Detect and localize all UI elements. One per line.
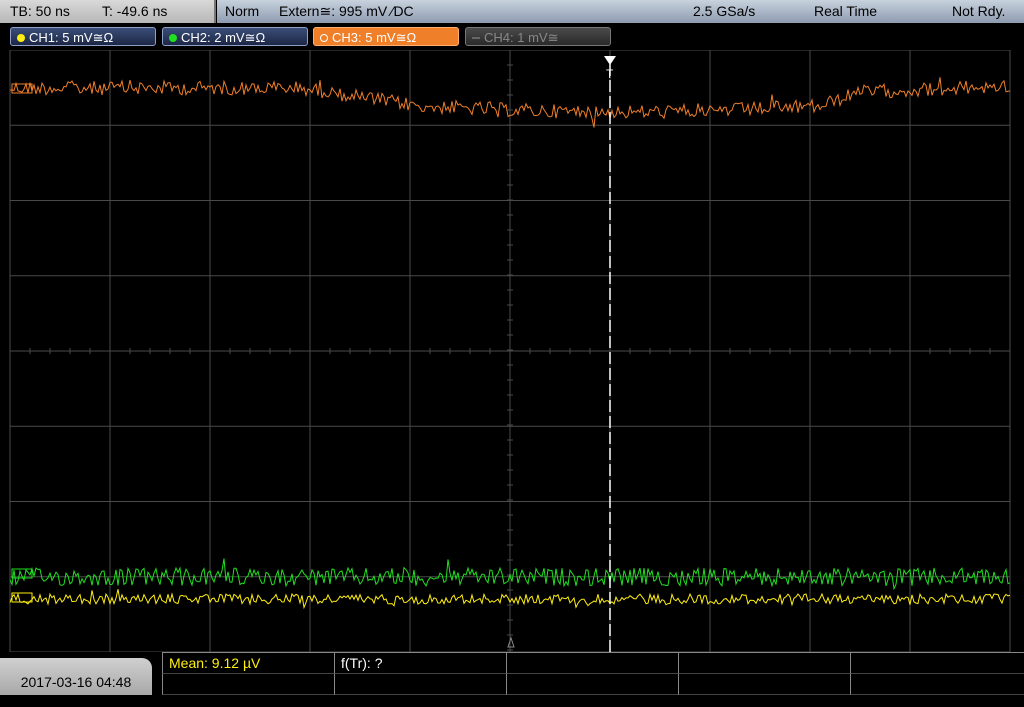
acquisition-state-label: Not Rdy. (952, 3, 1006, 19)
horizontal-settings[interactable]: TB: 50 ns T: -49.6 ns (0, 0, 216, 23)
measurement-slot-5[interactable] (850, 653, 1024, 674)
trigger-settings[interactable]: Norm Extern≅: 995 mV ∕DC 2.5 GSa/s Real … (217, 0, 1024, 23)
trigger-t-icon: T (606, 67, 614, 81)
measurement-slot-3[interactable] (506, 653, 678, 674)
trigger-source-label[interactable]: Extern≅: 995 mV ∕DC (279, 0, 414, 23)
status-bar: TB: 50 ns T: -49.6 ns Norm Extern≅: 995 … (0, 0, 1024, 24)
channel-2-label: CH2: 2 mV≅Ω (181, 30, 266, 45)
trigger-time-label[interactable]: T: -49.6 ns (102, 0, 167, 23)
channel-4-tab[interactable]: CH4: 1 mV≅ (465, 27, 611, 46)
waveform-display[interactable]: T (0, 50, 1024, 652)
channel-3-indicator-icon (320, 34, 328, 42)
measurement-slot-8[interactable] (506, 674, 678, 695)
acquisition-mode-label[interactable]: Real Time (814, 0, 877, 23)
channel-1-indicator-icon (17, 34, 25, 42)
trigger-mode-label[interactable]: Norm (225, 0, 259, 23)
channel-2-tab[interactable]: CH2: 2 mV≅Ω (162, 27, 308, 46)
measurement-slot-4[interactable] (678, 653, 850, 674)
datetime-text: 2017-03-16 04:48 (20, 674, 132, 690)
timebase-label[interactable]: TB: 50 ns (10, 0, 70, 23)
measurement-slot-10[interactable] (850, 674, 1024, 695)
measurement-slot-7[interactable] (334, 674, 506, 695)
mean-measurement[interactable]: Mean: 9.12 µV (162, 653, 334, 674)
measurement-panel[interactable]: Mean: 9.12 µV f(Tr): ? (162, 652, 1024, 696)
channel-3-tab[interactable]: CH3: 5 mV≅Ω (313, 27, 459, 46)
frequency-measurement[interactable]: f(Tr): ? (334, 653, 506, 674)
channel-bar: CH1: 5 mV≅Ω CH2: 2 mV≅Ω CH3: 5 mV≅Ω CH4:… (0, 24, 1024, 50)
sample-rate-label[interactable]: 2.5 GSa/s (693, 0, 755, 23)
channel-3-label: CH3: 5 mV≅Ω (332, 30, 417, 45)
measurement-slot-9[interactable] (678, 674, 850, 695)
channel-1-label: CH1: 5 mV≅Ω (29, 30, 114, 45)
channel-2-indicator-icon (169, 34, 177, 42)
datetime-display: 2017-03-16 04:48 (0, 658, 152, 695)
measurement-slot-6[interactable] (162, 674, 334, 695)
channel-1-tab[interactable]: CH1: 5 mV≅Ω (10, 27, 156, 46)
channel-4-label: CH4: 1 mV≅ (484, 30, 559, 45)
channel-4-indicator-icon (472, 37, 480, 39)
